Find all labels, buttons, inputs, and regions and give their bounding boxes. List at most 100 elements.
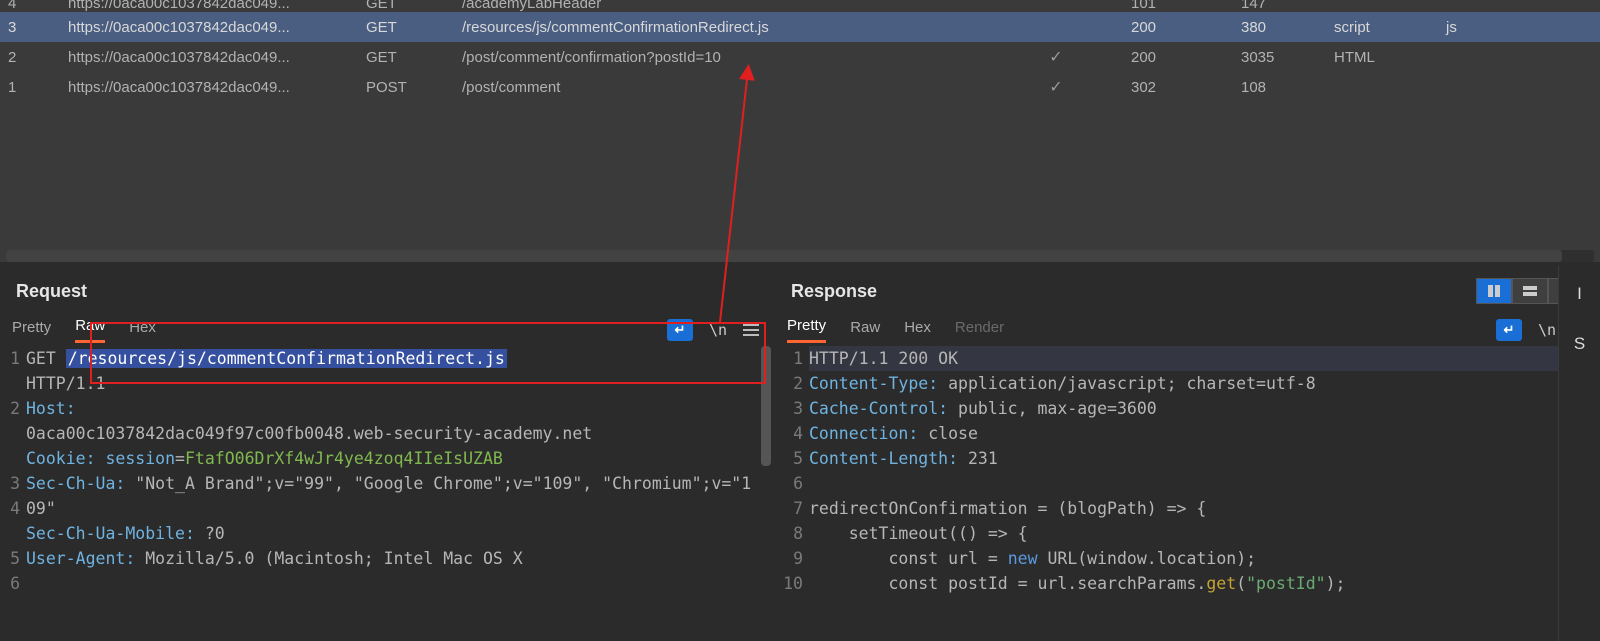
header-name: Content-Length: [809,449,958,468]
header-name: Host: [26,399,76,418]
header-value: "Not_A Brand";v="99", "Google Chrome";v=… [26,474,751,518]
request-editor[interactable]: 1 2 3 4 5 6 GET /resources/js/commentCon… [0,346,771,641]
header-name: User-Agent: [26,549,135,568]
cell-num: 1 [8,79,68,96]
status-line: HTTP/1.1 200 OK [809,346,1590,371]
line-number: 1 [0,346,20,371]
cell-host: https://0aca00c1037842dac049... [68,49,366,66]
cell-mime: script [1334,19,1446,36]
header-name: Cache-Control: [809,399,948,418]
tab-hex[interactable]: Hex [129,319,156,342]
header-value: ?0 [205,524,225,543]
js-line: URL(window.location); [1038,549,1257,568]
line-number: 4 [0,496,20,521]
request-code[interactable]: GET /resources/js/commentConfirmationRed… [26,346,771,641]
line-number: 7 [775,496,803,521]
wrap-lines-icon[interactable]: ↵ [667,319,693,341]
tab-pretty[interactable]: Pretty [12,319,51,342]
cell-status: 101 [1131,0,1241,12]
tab-raw[interactable]: Raw [75,317,105,343]
response-code[interactable]: HTTP/1.1 200 OK Content-Type: applicatio… [809,346,1600,641]
request-header: Request [0,266,771,314]
js-line: setTimeout(() => { [809,524,1028,543]
tab-raw[interactable]: Raw [850,319,880,342]
js-func: get [1206,574,1236,593]
response-title: Response [791,281,877,302]
js-keyword: new [1008,549,1038,568]
request-pane: Request Pretty Raw Hex ↵ \n 1 2 3 4 5 6 [0,266,775,641]
cell-method: GET [366,49,462,66]
cell-status: 302 [1131,79,1241,96]
cell-host: https://0aca00c1037842dac049... [68,79,366,96]
line-number: 5 [0,546,20,571]
cell-url: /post/comment/confirmation?postId=10 [462,49,981,66]
table-row[interactable]: 1 https://0aca00c1037842dac049... POST /… [0,72,1600,102]
table-row[interactable]: 2 https://0aca00c1037842dac049... GET /p… [0,42,1600,72]
header-value: application/javascript; charset=utf-8 [948,374,1316,393]
cookie-key: session [105,449,175,468]
header-name: Sec-Ch-Ua: [26,474,125,493]
cell-num: 2 [8,49,68,66]
line-number: 4 [775,421,803,446]
inspector-toggle[interactable]: S [1574,334,1585,354]
response-tabs: Pretty Raw Hex Render ↵ \n [775,314,1600,346]
header-name: Connection: [809,424,918,443]
cell-ext: js [1446,19,1526,36]
js-line: ); [1326,574,1346,593]
line-number: 6 [0,571,20,596]
tab-render[interactable]: Render [955,319,1004,342]
line-number: 5 [775,446,803,471]
line-number: 2 [775,371,803,396]
horizontal-scrollbar[interactable] [6,250,1594,262]
cell-mime: HTML [1334,49,1446,66]
tab-hex[interactable]: Hex [904,319,931,342]
line-number: 3 [775,396,803,421]
cell-status: 200 [1131,49,1241,66]
inspector-toggle[interactable]: I [1577,284,1582,304]
vertical-scrollbar[interactable] [761,346,771,641]
response-editor[interactable]: 1 2 3 4 5 6 7 8 9 10 HTTP/1.1 200 OK Con… [775,346,1600,641]
http-version: HTTP/1.1 [26,374,105,393]
cell-length: 380 [1241,19,1334,36]
cell-method: POST [366,79,462,96]
line-number: 2 [0,396,20,421]
js-line: const postId = url.searchParams. [809,574,1206,593]
line-number: 1 [775,346,803,371]
cell-length: 108 [1241,79,1334,96]
request-tabs: Pretty Raw Hex ↵ \n [0,314,771,346]
http-history-panel: 4 https://0aca00c1037842dac049... GET /a… [0,0,1600,262]
header-name: Cookie: [26,449,96,468]
hamburger-icon[interactable] [743,324,759,336]
cell-host: https://0aca00c1037842dac049... [68,0,366,12]
cookie-value: FtafO06DrXf4wJr4ye4zoq4IIeIsUZAB [185,449,503,468]
http-method: GET [26,349,56,368]
request-title: Request [16,281,87,302]
response-gutter: 1 2 3 4 5 6 7 8 9 10 [775,346,809,641]
cell-url: /academyLabHeader [462,0,981,12]
show-newlines-icon[interactable]: \n [709,321,727,339]
header-value: 231 [968,449,998,468]
table-row[interactable]: 4 https://0aca00c1037842dac049... GET /a… [0,0,1600,12]
request-gutter: 1 2 3 4 5 6 [0,346,26,641]
response-header: Response [775,266,1600,314]
layout-split-vertical-button[interactable] [1476,278,1512,304]
header-name: Sec-Ch-Ua-Mobile: [26,524,195,543]
layout-split-horizontal-button[interactable] [1512,278,1548,304]
inspector-strip: I S [1558,266,1600,641]
response-pane: Response Pretty Raw Hex Render ↵ \n 1 2 … [775,266,1600,641]
line-number: 9 [775,546,803,571]
header-value: Mozilla/5.0 (Macintosh; Intel Mac OS X [145,549,523,568]
show-newlines-icon[interactable]: \n [1538,321,1556,339]
wrap-lines-icon[interactable]: ↵ [1496,319,1522,341]
cell-num: 4 [8,0,68,12]
header-value: 0aca00c1037842dac049f97c00fb0048.web-sec… [26,424,592,443]
selected-path: /resources/js/commentConfirmationRedirec… [66,349,507,368]
table-row[interactable]: 3 https://0aca00c1037842dac049... GET /r… [0,12,1600,42]
tab-pretty[interactable]: Pretty [787,317,826,343]
message-editor-split: Request Pretty Raw Hex ↵ \n 1 2 3 4 5 6 [0,262,1600,641]
line-number: 6 [775,471,803,496]
line-number: 10 [775,571,803,596]
cell-edited: ✓ [981,77,1131,97]
cell-url: /resources/js/commentConfirmationRedirec… [462,19,981,36]
cell-status: 200 [1131,19,1241,36]
